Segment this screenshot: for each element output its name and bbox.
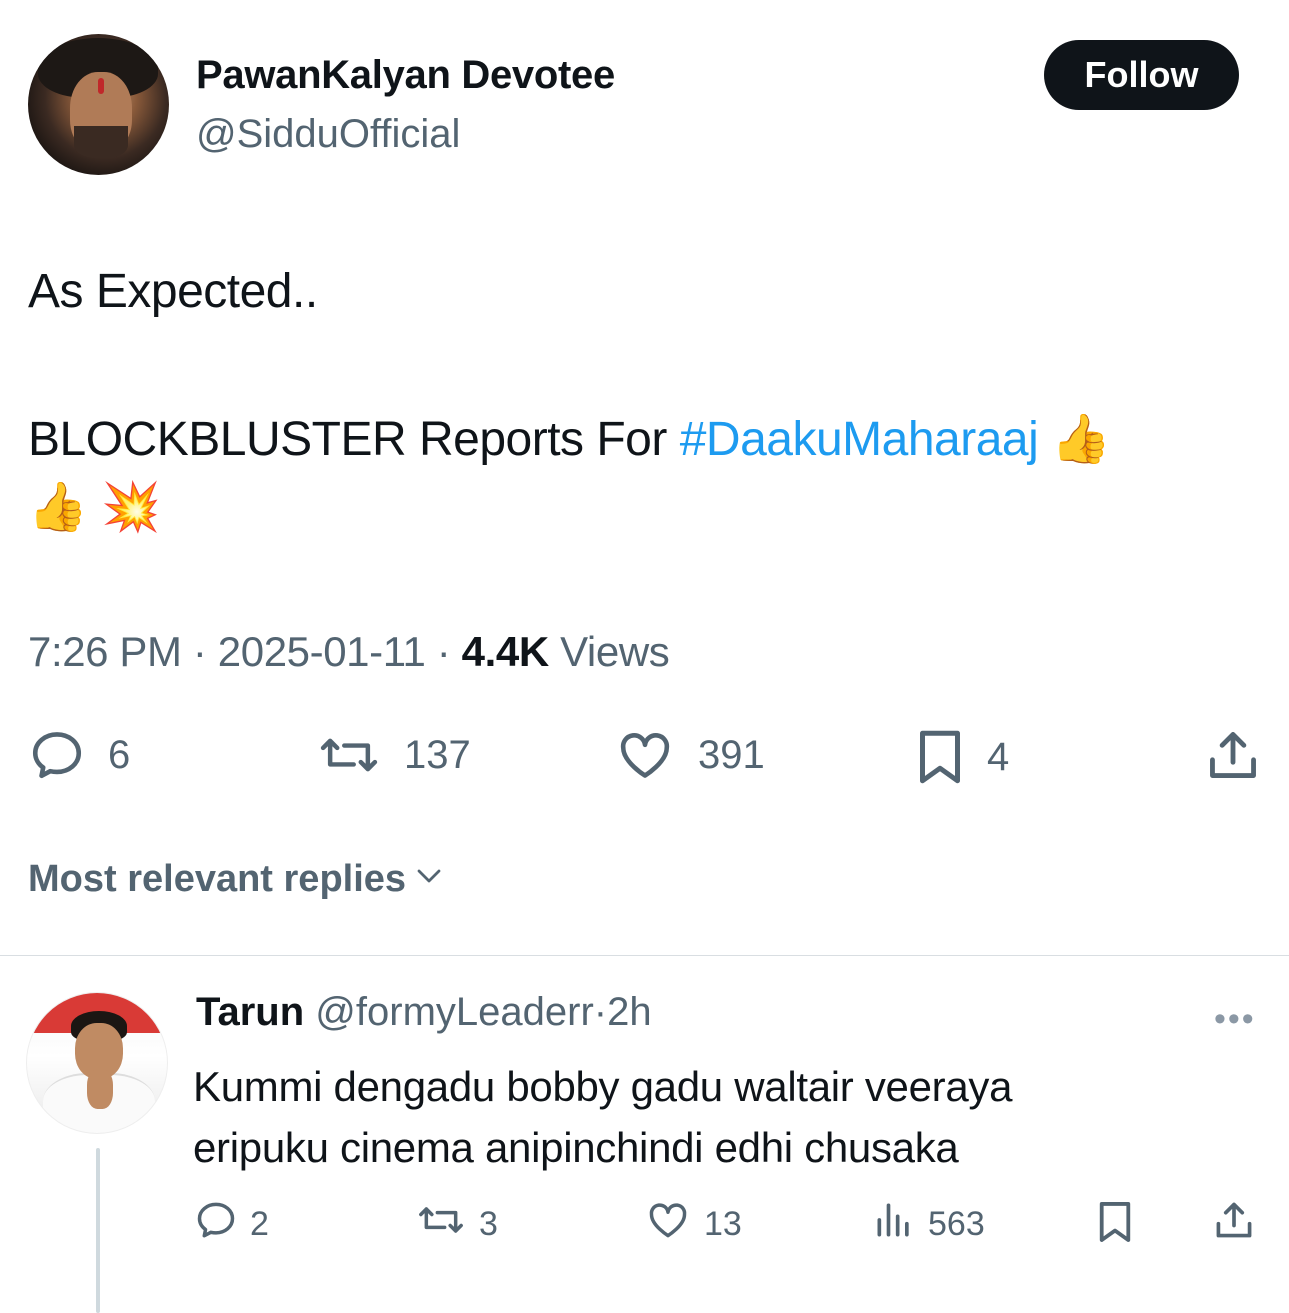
replies-sort-label: Most relevant replies	[28, 858, 407, 900]
reply-bookmark-button[interactable]	[1096, 1198, 1134, 1255]
author-handle[interactable]: @SidduOfficial	[196, 112, 460, 157]
tweet-text-prefix: BLOCKBLUSTER Reports For	[28, 413, 680, 466]
reply-reply-count: 2	[250, 1205, 269, 1243]
bookmark-button[interactable]: 4	[915, 726, 1009, 788]
reply-header: Tarun @formyLeaderr·2h	[196, 990, 652, 1035]
bookmark-icon	[915, 726, 965, 788]
meta-separator: ·	[436, 628, 451, 675]
reply-count: 6	[108, 732, 131, 777]
follow-button[interactable]: Follow	[1044, 40, 1239, 110]
reply-like-count: 13	[704, 1205, 742, 1243]
reply-separator: ·	[593, 990, 608, 1034]
views-count[interactable]: 4.4K	[462, 628, 550, 675]
emoji-row: 👍 💥	[28, 478, 161, 535]
reply-author-handle[interactable]: @formyLeaderr	[315, 990, 593, 1034]
tweet-text-line-2: BLOCKBLUSTER Reports For #DaakuMaharaaj …	[28, 410, 1111, 467]
hashtag-link[interactable]: #DaakuMaharaaj	[680, 413, 1039, 466]
meta-separator: ·	[192, 628, 207, 675]
repost-button[interactable]: 137	[316, 726, 471, 784]
views-icon	[872, 1198, 916, 1251]
like-count: 391	[698, 732, 765, 777]
like-button[interactable]: 391	[614, 726, 765, 784]
reply-share-button[interactable]	[1212, 1198, 1256, 1251]
reply-author-name[interactable]: Tarun	[196, 990, 304, 1034]
share-icon	[1212, 1198, 1256, 1251]
collision-emoji: 💥	[101, 479, 161, 535]
reply-icon	[194, 1198, 238, 1251]
repost-icon	[415, 1198, 467, 1251]
bookmark-count: 4	[987, 734, 1010, 779]
tweet-date[interactable]: 2025-01-11	[218, 628, 426, 675]
tweet-time[interactable]: 7:26 PM	[28, 628, 182, 675]
like-icon	[644, 1198, 692, 1251]
reply-views-button[interactable]: 563	[872, 1198, 985, 1251]
reply-like-button[interactable]: 13	[644, 1198, 742, 1251]
bookmark-icon	[1096, 1198, 1134, 1255]
reply-repost-button[interactable]: 3	[415, 1198, 498, 1251]
reply-button[interactable]: 6	[28, 726, 130, 784]
tweet-text-line-1: As Expected..	[28, 265, 318, 318]
replies-sort-dropdown[interactable]: Most relevant replies	[28, 858, 444, 901]
thumbs-up-emoji: 👍	[28, 479, 88, 535]
share-button[interactable]	[1204, 726, 1262, 784]
repost-count: 137	[404, 732, 471, 777]
reply-author-avatar[interactable]	[26, 992, 168, 1134]
reply-icon	[28, 726, 86, 784]
chevron-down-icon	[406, 858, 444, 901]
thread-line	[96, 1148, 100, 1313]
reply-views-count: 563	[928, 1205, 985, 1243]
reply-text-line-2: eripuku cinema anipinchindi edhi chusaka	[193, 1124, 959, 1171]
author-display-name[interactable]: PawanKalyan Devotee	[196, 53, 615, 98]
views-label: Views	[560, 628, 670, 675]
like-icon	[614, 726, 676, 784]
divider	[0, 955, 1289, 956]
repost-icon	[316, 726, 382, 784]
reply-text: Kummi dengadu bobby gadu waltair veeraya…	[193, 1056, 1012, 1178]
reply-reply-button[interactable]: 2	[194, 1198, 269, 1251]
author-avatar[interactable]	[28, 34, 169, 175]
thumbs-up-emoji: 👍	[1051, 411, 1111, 467]
reply-time[interactable]: 2h	[607, 990, 652, 1034]
share-icon	[1204, 726, 1262, 784]
reply-text-line-1: Kummi dengadu bobby gadu waltair veeraya	[193, 1063, 1013, 1110]
reply-repost-count: 3	[479, 1205, 498, 1243]
tweet-meta: 7:26 PM · 2025-01-11 · 4.4K Views	[28, 628, 670, 676]
more-icon[interactable]: •••	[1214, 1000, 1256, 1039]
